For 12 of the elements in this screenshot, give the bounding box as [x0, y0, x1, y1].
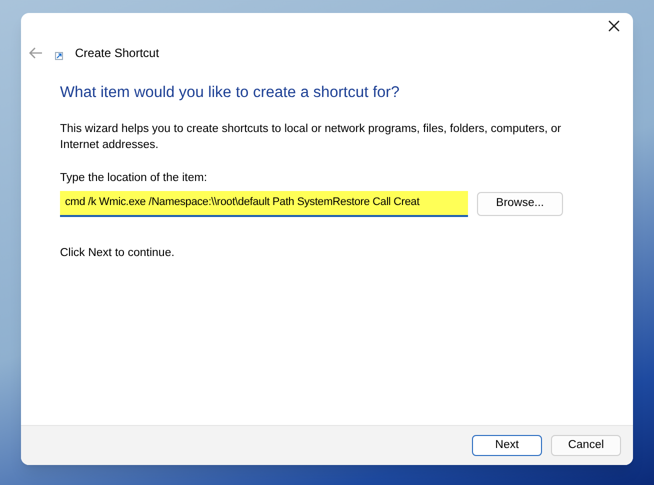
location-label: Type the location of the item: — [60, 171, 208, 186]
wizard-button[interactable]: Cancel — [551, 435, 621, 456]
back-arrow-icon[interactable] — [29, 47, 43, 59]
location-field[interactable]: cmd /k Wmic.exe /Namespace:\\root\default Path SystemRestore Call Creat — [60, 190, 468, 216]
shortcut-icon — [55, 52, 63, 60]
browse-button[interactable]: Browse... — [477, 192, 563, 216]
wizard-heading: What item would you like to create a shortcut for? — [60, 83, 400, 103]
description-text: This wizard helps you to create shortcuts to local or network programs, files, folders, computers, or Internet addresses. — [60, 122, 562, 154]
wizard-button[interactable]: Next — [472, 435, 542, 456]
window-title: Create Shortcut — [75, 45, 160, 62]
instruction-text: Click Next to continue. — [60, 246, 176, 260]
close-icon[interactable] — [607, 19, 621, 33]
